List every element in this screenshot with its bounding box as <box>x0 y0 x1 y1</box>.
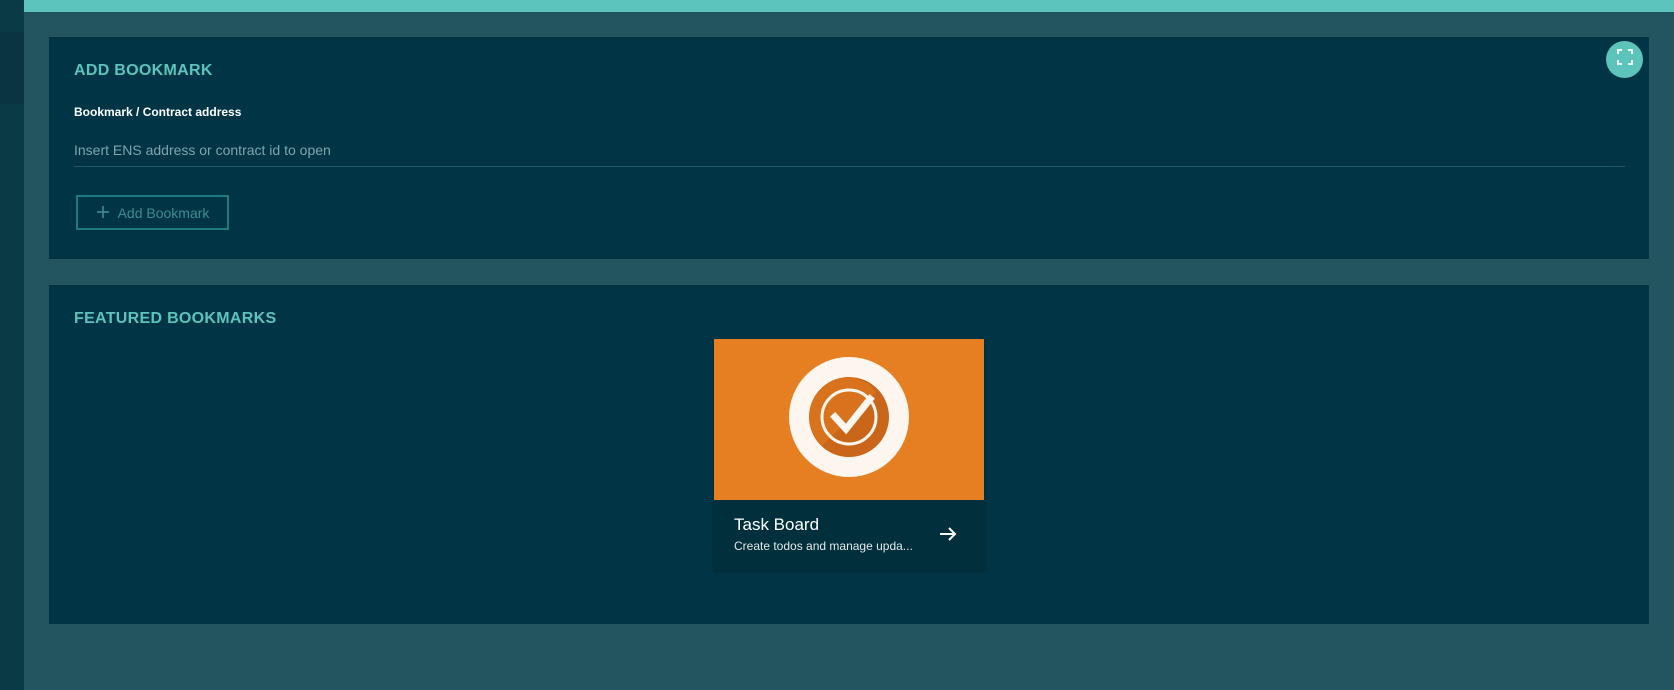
add-bookmark-panel: ADD BOOKMARK Bookmark / Contract address… <box>49 37 1649 259</box>
card-title: Task Board <box>734 515 820 534</box>
bookmark-card-task-board[interactable]: Task Board Create todos and manage upda.… <box>714 339 984 570</box>
bookmark-address-input[interactable] <box>74 133 1625 167</box>
card-image <box>714 339 984 500</box>
check-circle-icon <box>788 356 910 483</box>
add-bookmark-title: ADD BOOKMARK <box>74 62 213 79</box>
plus-icon <box>96 204 110 222</box>
arrow-right-icon[interactable] <box>936 522 960 546</box>
top-accent-bar <box>24 0 1674 12</box>
featured-bookmarks-panel: FEATURED BOOKMARKS Task Board Create tod… <box>49 285 1649 624</box>
fullscreen-button[interactable] <box>1606 41 1643 78</box>
left-sidebar-strip <box>0 0 24 690</box>
add-bookmark-button[interactable]: Add Bookmark <box>76 195 229 230</box>
card-description: Create todos and manage upda... <box>734 539 913 553</box>
add-bookmark-button-label: Add Bookmark <box>117 204 210 221</box>
featured-bookmarks-title: FEATURED BOOKMARKS <box>74 310 277 327</box>
fullscreen-icon <box>1616 48 1634 71</box>
sidebar-highlight <box>0 32 24 104</box>
bookmark-field-label: Bookmark / Contract address <box>74 105 242 119</box>
